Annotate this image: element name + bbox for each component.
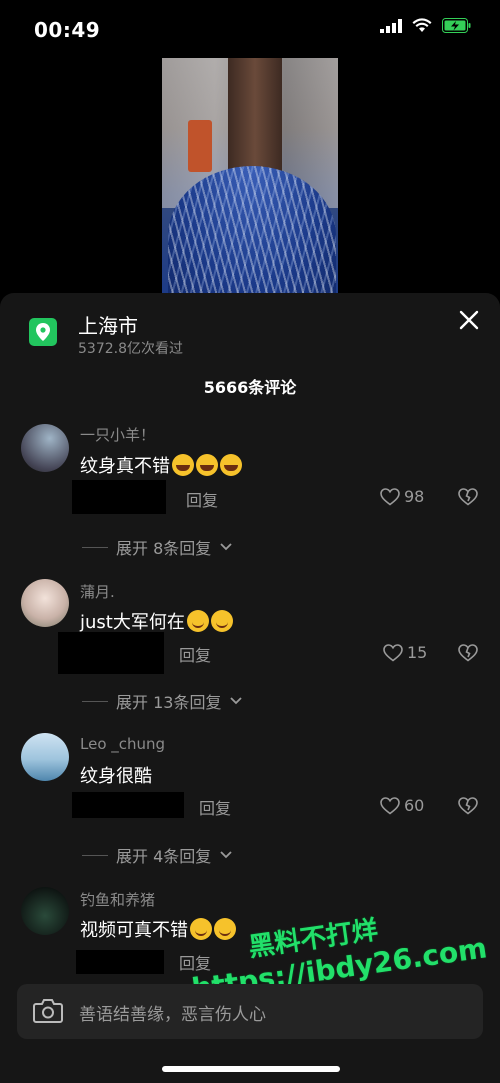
signal-icon: [380, 18, 402, 33]
comment-text: just大军何在: [80, 608, 233, 634]
location-pin-icon: [29, 318, 57, 346]
reply-button[interactable]: 回复: [179, 642, 211, 666]
status-bar: 00:49: [0, 0, 500, 60]
comment-username[interactable]: 钓鱼和养猪: [80, 889, 155, 910]
redacted-block: [72, 480, 166, 514]
comment-text: 纹身很酷: [80, 762, 152, 788]
broken-heart-icon: [458, 644, 478, 662]
like-count: 98: [404, 487, 425, 506]
close-button[interactable]: [455, 306, 483, 334]
comment-text: 纹身真不错: [80, 452, 242, 478]
laughing-emoji-icon: [196, 454, 218, 476]
like-count: 15: [407, 643, 428, 662]
chevron-down-icon: [220, 543, 232, 551]
expand-replies-button[interactable]: 展开 8条回复: [82, 535, 233, 559]
comment-input[interactable]: 善语结善缘，恶言伤人心: [79, 1000, 266, 1025]
chevron-down-icon: [220, 851, 232, 859]
expand-replies-label: 展开 13条回复: [116, 693, 222, 712]
comment-text-content: 视频可真不错: [80, 920, 188, 941]
location-title[interactable]: 上海市: [78, 310, 138, 339]
reply-button[interactable]: 回复: [199, 795, 231, 819]
comment-username[interactable]: 一只小羊！: [80, 424, 155, 445]
home-indicator[interactable]: [162, 1066, 340, 1072]
comment-text-content: 纹身真不错: [80, 456, 170, 477]
location-views: 5372.8亿次看过: [78, 341, 183, 357]
chevron-down-icon: [230, 697, 243, 705]
expand-replies-label: 展开 4条回复: [116, 847, 212, 866]
like-button[interactable]: 15: [383, 643, 427, 662]
redacted-block: [72, 792, 184, 818]
battery-charging-icon: [442, 18, 471, 33]
comment-count: 5666条评论: [203, 378, 297, 397]
heart-icon: [380, 796, 400, 815]
video-red-garment: [188, 120, 212, 172]
like-button[interactable]: 98: [380, 487, 424, 506]
avatar[interactable]: [21, 579, 69, 627]
expand-replies-button[interactable]: 展开 4条回复: [82, 843, 233, 867]
video-thumbnail[interactable]: [162, 58, 338, 294]
dislike-button[interactable]: [458, 488, 478, 510]
broken-heart-icon: [458, 797, 478, 815]
comment-username[interactable]: Leo _chung: [80, 735, 165, 753]
comment-username[interactable]: 蒲月.: [80, 581, 115, 602]
dislike-button[interactable]: [458, 644, 478, 666]
grinning-emoji-icon: [186, 610, 209, 632]
camera-icon[interactable]: [33, 998, 63, 1024]
avatar[interactable]: [21, 887, 69, 935]
like-count: 60: [404, 796, 425, 815]
avatar[interactable]: [21, 424, 69, 472]
close-icon: [459, 310, 479, 330]
comment-input-bar[interactable]: 善语结善缘，恶言伤人心: [17, 984, 483, 1039]
heart-icon: [380, 487, 400, 506]
divider-line: [82, 854, 108, 856]
heart-icon: [383, 643, 403, 662]
avatar[interactable]: [21, 733, 69, 781]
divider-line: [82, 546, 108, 548]
redacted-block: [58, 632, 164, 674]
dislike-button[interactable]: [458, 797, 478, 819]
like-button[interactable]: 60: [380, 796, 424, 815]
comment-text-content: just大军何在: [80, 612, 185, 633]
wifi-icon: [412, 18, 432, 32]
status-icons: [380, 18, 472, 33]
reply-button[interactable]: 回复: [186, 487, 218, 511]
expand-replies-button[interactable]: 展开 13条回复: [82, 689, 243, 713]
grinning-emoji-icon: [210, 610, 233, 632]
redacted-block: [76, 950, 164, 974]
divider-line: [82, 700, 108, 702]
laughing-emoji-icon: [220, 454, 242, 476]
status-time: 00:49: [34, 18, 101, 42]
comment-text-content: 纹身很酷: [80, 766, 152, 787]
broken-heart-icon: [458, 488, 478, 506]
video-blue-dress: [168, 166, 336, 294]
expand-replies-label: 展开 8条回复: [116, 539, 212, 558]
laughing-emoji-icon: [172, 454, 194, 476]
